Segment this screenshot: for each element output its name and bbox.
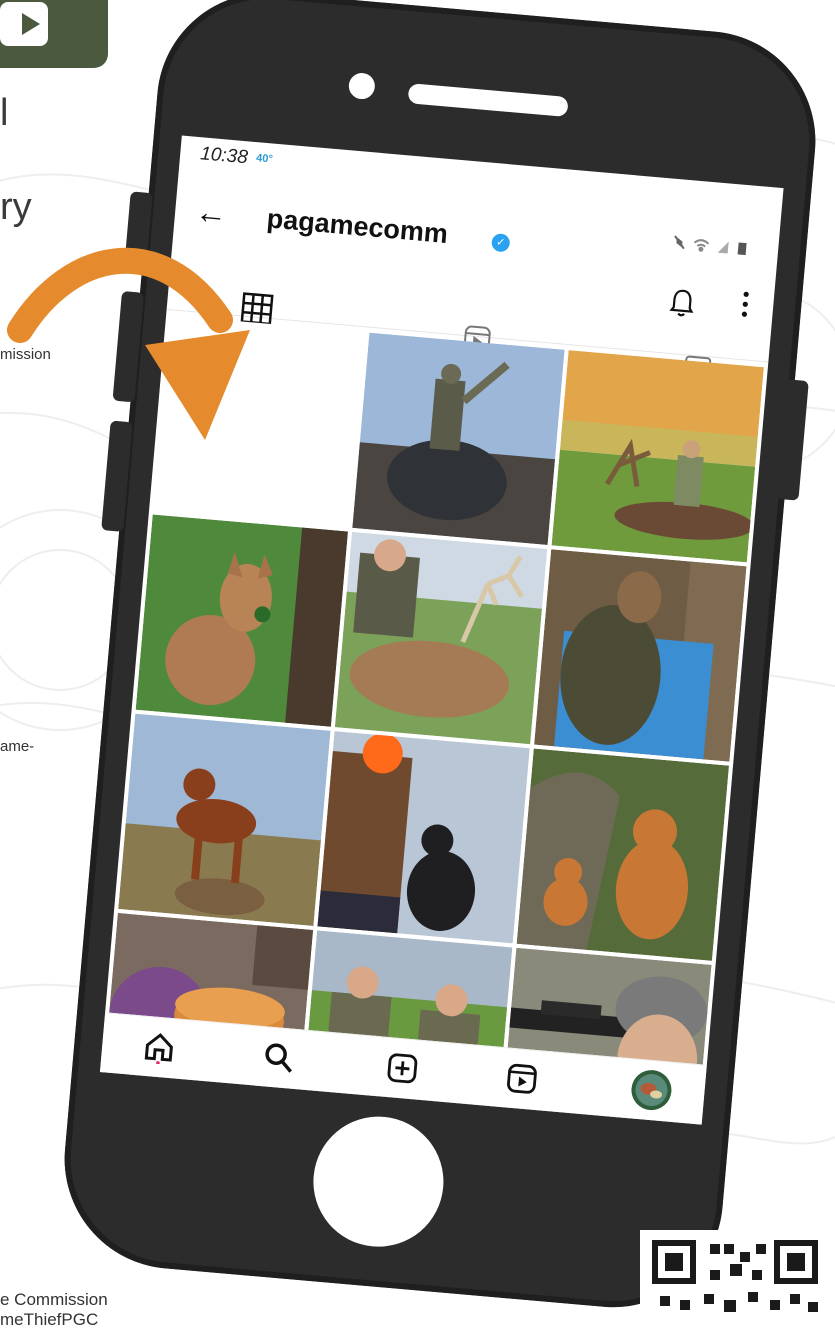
home-icon[interactable] [141, 1029, 178, 1066]
post-turkey-hunter[interactable] [352, 332, 565, 545]
phone-mute-switch [124, 191, 153, 263]
earpiece-speaker [407, 83, 569, 118]
post-whitetail-buck[interactable] [334, 531, 548, 745]
post-elk-sunset[interactable] [551, 350, 764, 563]
home-button[interactable] [308, 1111, 449, 1253]
post-hunter-dog-snow[interactable] [317, 731, 530, 944]
phone-body: 10:38 40° ← pagamecomm ✓ [55, 0, 825, 1317]
back-arrow-icon[interactable]: ← [194, 193, 229, 233]
status-time: 10:38 [199, 143, 249, 169]
reels-icon[interactable] [504, 1060, 541, 1097]
front-camera [347, 71, 376, 101]
side-text-3: mission [0, 346, 51, 363]
side-text-4: ame- [0, 738, 35, 755]
verified-badge-icon: ✓ [490, 232, 511, 253]
side-text-6: meThiefPGC [0, 1310, 99, 1329]
side-text-2: ry [0, 186, 32, 228]
profile-avatar-icon[interactable] [629, 1067, 675, 1113]
create-post-icon[interactable] [384, 1050, 421, 1087]
phone-screen: 10:38 40° ← pagamecomm ✓ [99, 135, 784, 1125]
post-0[interactable] [153, 315, 366, 528]
post-fawn[interactable] [135, 514, 348, 727]
side-text-1: l [0, 92, 9, 134]
side-text-5: e Commission [0, 1290, 108, 1309]
qr-code[interactable] [640, 1230, 830, 1331]
youtube-tile[interactable] [0, 0, 108, 68]
play-icon [22, 13, 40, 35]
status-temperature: 40° [255, 152, 274, 166]
post-bird-dog[interactable] [118, 713, 331, 927]
post-fox-kits[interactable] [516, 748, 730, 961]
profile-handle: pagamecomm [265, 203, 450, 250]
search-icon[interactable] [260, 1039, 297, 1076]
post-hunter-backpack[interactable] [534, 549, 747, 762]
